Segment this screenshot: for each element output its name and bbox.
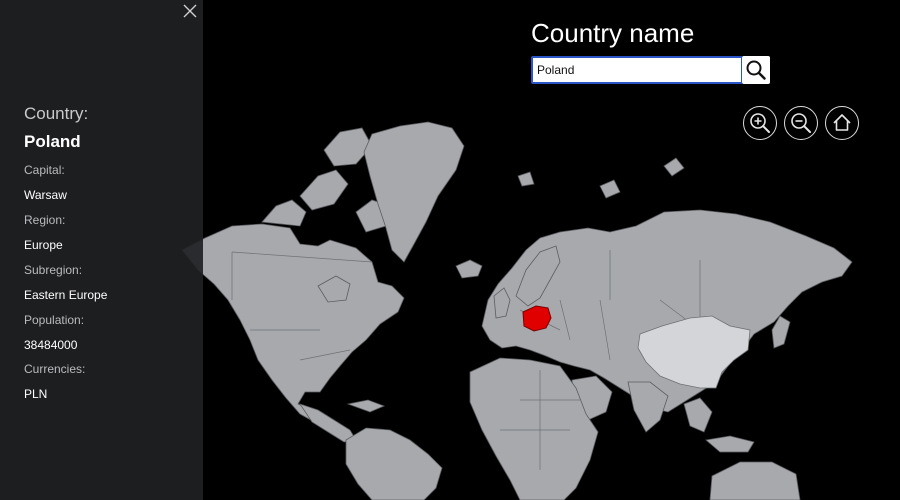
population-label: Population:	[24, 313, 85, 327]
subregion-label: Subregion:	[24, 263, 83, 277]
home-button[interactable]	[825, 106, 859, 140]
region-label: Region:	[24, 213, 66, 227]
south-america-landmass[interactable]	[345, 427, 443, 500]
currencies-label: Currencies:	[24, 362, 86, 376]
iceland-landmass[interactable]	[455, 259, 483, 279]
zoom-out-icon	[791, 113, 811, 133]
arctic-russia-islands[interactable]	[517, 157, 685, 199]
subregion-value: Eastern Europe	[24, 288, 108, 302]
currencies-value: PLN	[24, 387, 48, 401]
country-name: Poland	[24, 132, 81, 151]
capital-label: Capital:	[24, 163, 65, 177]
country-info-panel: Country: Poland Capital: Warsaw Region: …	[0, 0, 203, 500]
capital-value: Warsaw	[24, 188, 67, 202]
close-icon	[183, 4, 197, 18]
home-icon	[833, 114, 851, 131]
zoom-out-button[interactable]	[784, 106, 818, 140]
search-icon	[746, 60, 766, 80]
australia-landmass[interactable]	[709, 461, 801, 500]
close-panel-button[interactable]	[180, 2, 200, 22]
country-search-input[interactable]	[531, 56, 743, 84]
search-title: Country name	[531, 18, 695, 48]
southeast-asia-landmass[interactable]	[683, 397, 755, 453]
region-value: Europe	[24, 238, 63, 252]
search-button[interactable]	[742, 56, 770, 84]
country-heading: Country:	[24, 104, 89, 123]
north-america-landmass[interactable]	[181, 223, 405, 425]
poland-selected[interactable]	[522, 305, 552, 332]
zoom-in-icon	[750, 113, 770, 133]
population-value: 38484000	[24, 338, 78, 352]
zoom-in-button[interactable]	[743, 106, 777, 140]
greenland-landmass[interactable]	[363, 121, 465, 263]
